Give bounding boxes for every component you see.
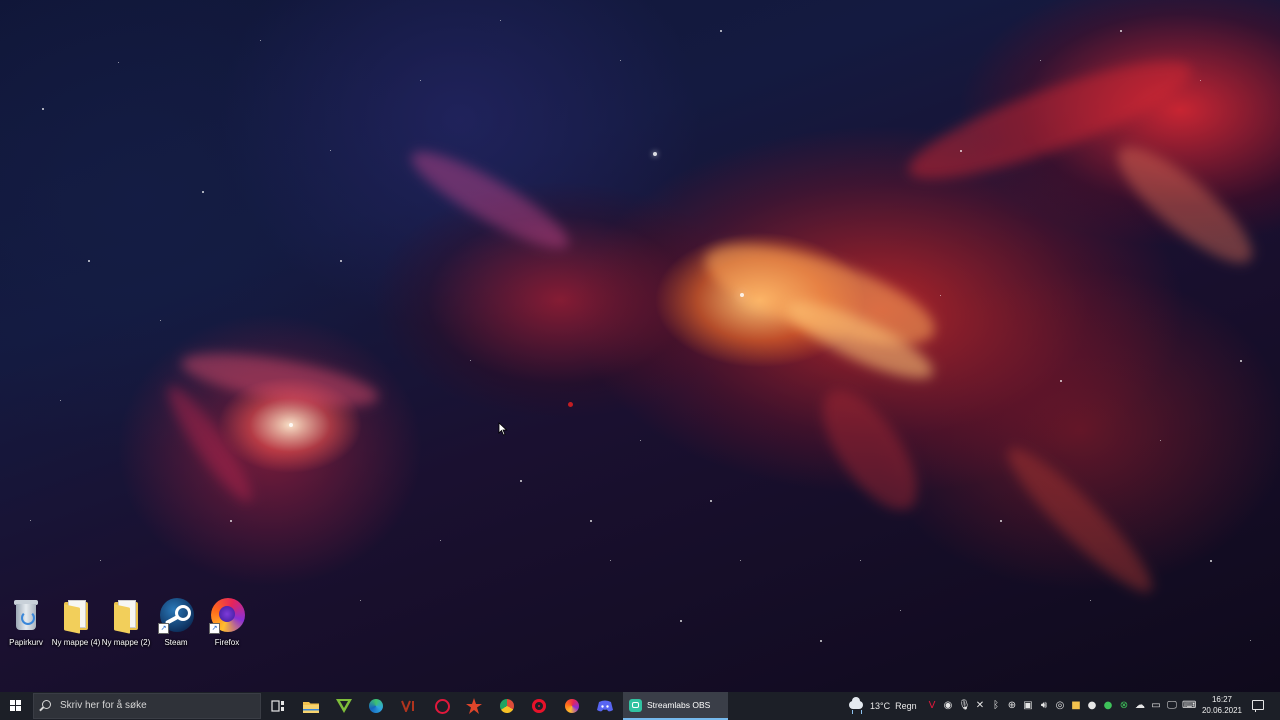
tray-xbox-icon[interactable]: ⊗ (1118, 700, 1130, 712)
star-icon (466, 698, 482, 714)
chrome-icon (500, 699, 514, 713)
tray-display-icon[interactable]: ▭ (1150, 700, 1162, 712)
taskbar-app-opera[interactable] (523, 692, 555, 720)
desktop-wallpaper (0, 0, 1280, 692)
taskbar-clock[interactable]: 16:27 20.06.2021 (1198, 694, 1246, 718)
taskbar-app-v[interactable] (393, 692, 425, 720)
tray-microphone-icon[interactable]: 🎙︎ (958, 700, 971, 712)
desktop-icon-steam[interactable]: ↗ Steam (150, 594, 202, 654)
taskbar-app-opera-gx[interactable] (426, 692, 458, 720)
mouse-cursor-icon (498, 422, 508, 436)
edge-icon (369, 699, 383, 713)
desktop-icon-label: Papirkurv (9, 638, 43, 647)
taskbar-search-box[interactable]: Skriv her for å søke (33, 693, 261, 719)
tray-usb-icon[interactable]: ▣ (1022, 700, 1034, 712)
weather-temperature: 13°C (870, 701, 891, 711)
taskbar-app-firefox[interactable] (556, 692, 588, 720)
clock-date: 20.06.2021 (1201, 706, 1243, 715)
taskbar-app-edge[interactable] (360, 692, 392, 720)
taskbar-app-vortex[interactable] (328, 692, 360, 720)
tray-bluetooth-icon[interactable]: ᛒ (990, 700, 1002, 712)
folder-icon (108, 596, 144, 634)
vortex-icon (336, 699, 352, 713)
taskbar-app-file-explorer[interactable] (295, 692, 327, 720)
tray-cloud-icon[interactable]: ☁︎ (1134, 700, 1146, 712)
tray-nvidia-icon[interactable]: ● (1102, 700, 1114, 712)
weather-widget[interactable]: 13°C Regn (846, 692, 920, 720)
rain-cloud-icon (849, 697, 863, 709)
taskbar: Skriv her for å søke Streamlabs OBS 13°C… (0, 692, 1280, 720)
v-icon (401, 700, 414, 712)
desktop-icon-folder-2[interactable]: Ny mappe (2) (100, 594, 152, 654)
tray-keyboard-icon[interactable]: ⌨︎ (1182, 700, 1196, 712)
taskbar-app-streamlabs-obs[interactable]: Streamlabs OBS (623, 692, 728, 720)
desktop-icon-label: Ny mappe (4) (51, 638, 101, 647)
task-view-icon (271, 700, 284, 712)
clock-time: 16:27 (1211, 695, 1233, 704)
desktop-icon-folder-4[interactable]: Ny mappe (4) (50, 594, 102, 654)
taskbar-app-star[interactable] (458, 692, 490, 720)
tray-volume-icon[interactable]: 🔊︎ (1038, 700, 1050, 712)
search-icon (42, 700, 51, 709)
discord-icon (597, 700, 613, 712)
desktop-icon-recycle-bin[interactable]: Papirkurv (0, 594, 52, 654)
desktop-icon-label: Ny mappe (2) (101, 638, 151, 647)
opera-icon (532, 699, 546, 713)
tray-steam-icon[interactable]: ● (1086, 700, 1098, 712)
desktop-icon-label: Steam (164, 638, 188, 647)
recycle-bin-icon (8, 596, 44, 632)
shortcut-arrow-icon: ↗ (158, 623, 169, 634)
tray-folder-icon[interactable]: ■ (1070, 700, 1082, 712)
search-placeholder: Skriv her for å søke (60, 700, 147, 711)
tray-vivaldi-icon[interactable]: V (926, 700, 938, 712)
taskbar-app-chrome[interactable] (491, 692, 523, 720)
tray-discord-icon[interactable]: ◉ (942, 700, 954, 712)
notification-center-icon[interactable] (1252, 700, 1264, 712)
desktop-icons: Papirkurv Ny mappe (4) Ny mappe (2) ↗ St… (0, 594, 260, 654)
weather-text: 13°C Regn (870, 701, 917, 711)
folder-icon (58, 596, 94, 634)
desktop-icon-firefox[interactable]: ↗ Firefox (201, 594, 253, 654)
taskbar-app-discord[interactable] (589, 692, 621, 720)
folder-icon (303, 701, 319, 713)
running-app-label: Streamlabs OBS (647, 700, 711, 710)
firefox-icon (565, 699, 579, 713)
start-button[interactable] (0, 692, 32, 720)
tray-sync-icon[interactable]: ◎ (1054, 700, 1066, 712)
tray-wrench-icon[interactable]: ✕ (974, 700, 986, 712)
streamlabs-icon (629, 699, 642, 712)
shortcut-arrow-icon: ↗ (209, 623, 220, 634)
firefox-icon: ↗ (209, 596, 245, 634)
weather-condition: Regn (895, 701, 917, 711)
tray-monitor-icon[interactable]: 🖵︎ (1166, 700, 1178, 712)
steam-icon: ↗ (158, 596, 194, 634)
tray-network-icon[interactable]: ⊕ (1006, 700, 1018, 712)
task-view-button[interactable] (262, 692, 294, 720)
opera-gx-icon (434, 698, 450, 714)
desktop-icon-label: Firefox (214, 638, 240, 647)
windows-logo-icon (10, 700, 22, 712)
